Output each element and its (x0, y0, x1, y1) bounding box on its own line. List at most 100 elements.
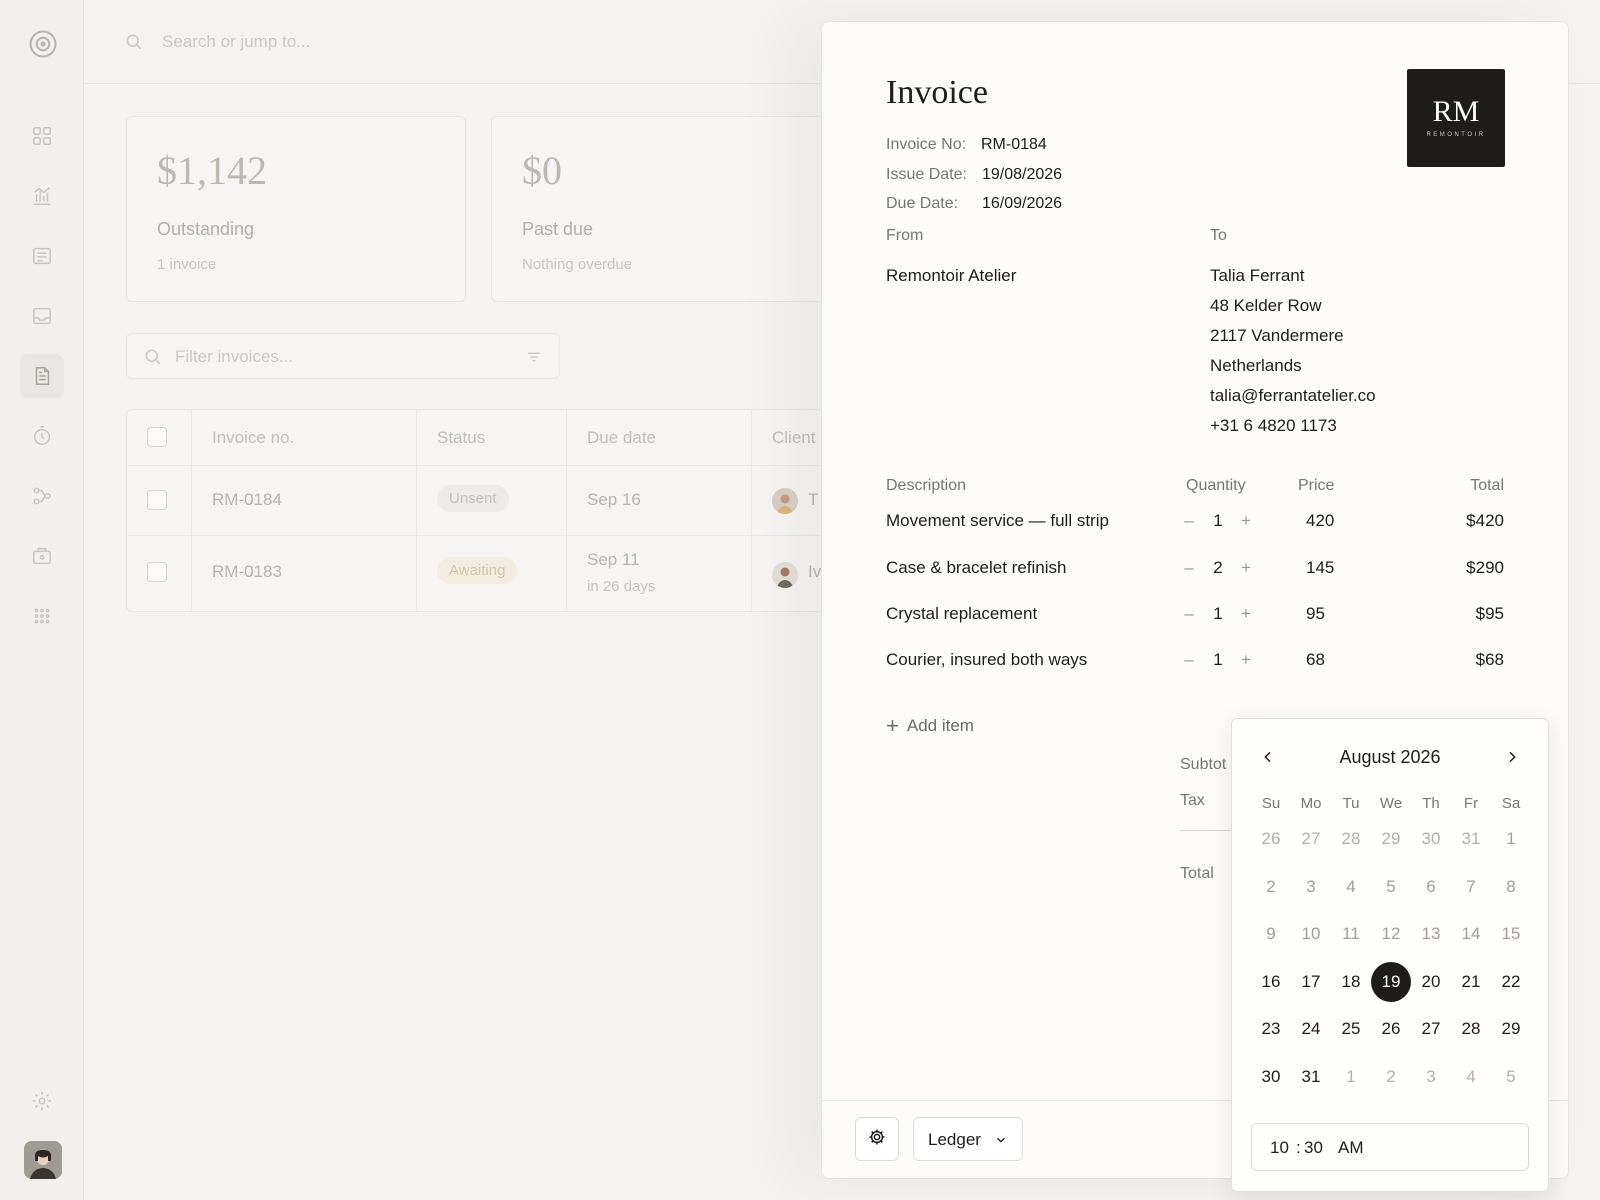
calendar-day[interactable]: 8 (1491, 867, 1531, 907)
qty-increase-button[interactable]: + (1238, 650, 1254, 670)
item-description[interactable]: Courier, insured both ways (886, 650, 1087, 670)
inbox-icon[interactable] (26, 300, 58, 332)
calendar-day[interactable]: 25 (1331, 1009, 1371, 1049)
item-price[interactable]: 95 (1306, 604, 1325, 624)
calendar-day[interactable]: 16 (1251, 962, 1291, 1002)
calendar-day[interactable]: 27 (1291, 819, 1331, 859)
calendar-day[interactable]: 26 (1371, 1009, 1411, 1049)
past-due-card[interactable]: $0 Past due Nothing overdue (491, 116, 831, 302)
to-country[interactable]: Netherlands (1210, 356, 1302, 376)
filter-invoices-input[interactable] (175, 344, 495, 370)
calendar-day-selected[interactable]: 19 (1371, 962, 1411, 1002)
next-month-button[interactable] (1500, 745, 1524, 769)
qty-decrease-button[interactable]: – (1181, 650, 1197, 670)
qty-value[interactable]: 1 (1210, 511, 1226, 531)
calendar-day[interactable]: 23 (1251, 1009, 1291, 1049)
calendar-day[interactable]: 12 (1371, 914, 1411, 954)
filter-options-icon[interactable] (525, 348, 543, 371)
qty-value[interactable]: 1 (1210, 604, 1226, 624)
qty-increase-button[interactable]: + (1238, 604, 1254, 624)
calendar-day[interactable]: 15 (1491, 914, 1531, 954)
global-search-input[interactable] (162, 28, 562, 56)
wallet-icon[interactable] (26, 540, 58, 572)
item-price[interactable]: 145 (1306, 558, 1334, 578)
template-select[interactable]: Ledger (913, 1117, 1023, 1161)
to-phone[interactable]: +31 6 4820 1173 (1210, 416, 1337, 436)
qty-value[interactable]: 1 (1210, 650, 1226, 670)
to-street[interactable]: 48 Kelder Row (1210, 296, 1322, 316)
time-period[interactable]: AM (1338, 1138, 1364, 1158)
item-description[interactable]: Movement service — full strip (886, 511, 1109, 531)
calendar-day[interactable]: 5 (1491, 1057, 1531, 1097)
row-checkbox[interactable] (147, 490, 167, 510)
calendar-day[interactable]: 21 (1451, 962, 1491, 1002)
item-description[interactable]: Case & bracelet refinish (886, 558, 1066, 578)
header-due-date[interactable]: Due date (587, 428, 656, 448)
qty-value[interactable]: 2 (1210, 558, 1226, 578)
calendar-day[interactable]: 24 (1291, 1009, 1331, 1049)
calendar-day[interactable]: 29 (1491, 1009, 1531, 1049)
apps-grid-icon[interactable] (26, 600, 58, 632)
timer-icon[interactable] (26, 420, 58, 452)
calendar-day[interactable]: 30 (1411, 819, 1451, 859)
calendar-day[interactable]: 14 (1451, 914, 1491, 954)
qty-increase-button[interactable]: + (1238, 511, 1254, 531)
calendar-day[interactable]: 28 (1331, 819, 1371, 859)
calendar-day[interactable]: 6 (1411, 867, 1451, 907)
calendar-day[interactable]: 31 (1291, 1057, 1331, 1097)
calendar-day[interactable]: 11 (1331, 914, 1371, 954)
select-all-checkbox[interactable] (147, 427, 167, 447)
calendar-day[interactable]: 10 (1291, 914, 1331, 954)
calendar-day[interactable]: 20 (1411, 962, 1451, 1002)
calendar-day[interactable]: 3 (1291, 867, 1331, 907)
time-input[interactable]: 10 : 30 AM (1251, 1123, 1529, 1171)
workflow-icon[interactable] (26, 480, 58, 512)
user-avatar[interactable] (24, 1141, 62, 1179)
settings-gear-icon[interactable] (26, 1085, 58, 1117)
calendar-day[interactable]: 29 (1371, 819, 1411, 859)
time-hour[interactable]: 10 (1270, 1138, 1289, 1158)
calendar-day[interactable]: 28 (1451, 1009, 1491, 1049)
calendar-day[interactable]: 26 (1251, 819, 1291, 859)
row-invoice-no[interactable]: RM-0183 (212, 562, 282, 582)
calendar-day[interactable]: 31 (1451, 819, 1491, 859)
header-status[interactable]: Status (437, 428, 485, 448)
due-date-value[interactable]: 16/09/2026 (982, 195, 1062, 213)
calendar-day[interactable]: 3 (1411, 1057, 1451, 1097)
calendar-day[interactable]: 7 (1451, 867, 1491, 907)
calendar-day[interactable]: 13 (1411, 914, 1451, 954)
calendar-day[interactable]: 17 (1291, 962, 1331, 1002)
tax-label[interactable]: Tax (1180, 792, 1205, 810)
to-city[interactable]: 2117 Vandermere (1210, 326, 1344, 346)
calendar-day[interactable]: 2 (1371, 1057, 1411, 1097)
calendar-day[interactable]: 1 (1491, 819, 1531, 859)
calendar-day[interactable]: 18 (1331, 962, 1371, 1002)
invoice-settings-button[interactable] (855, 1117, 899, 1161)
invoice-no-value[interactable]: RM-0184 (981, 136, 1047, 154)
add-item-button[interactable]: + Add item (886, 711, 974, 738)
outstanding-card[interactable]: $1,142 Outstanding 1 invoice (126, 116, 466, 302)
header-invoice-no[interactable]: Invoice no. (212, 428, 294, 448)
item-price[interactable]: 68 (1306, 650, 1325, 670)
to-email[interactable]: talia@ferrantatelier.co (1210, 386, 1376, 406)
list-icon[interactable] (26, 240, 58, 272)
calendar-day[interactable]: 5 (1371, 867, 1411, 907)
analytics-icon[interactable] (26, 180, 58, 212)
issue-date-value[interactable]: 19/08/2026 (982, 166, 1062, 184)
qty-decrease-button[interactable]: – (1181, 558, 1197, 578)
dashboard-icon[interactable] (26, 120, 58, 152)
row-invoice-no[interactable]: RM-0184 (212, 490, 282, 510)
calendar-day[interactable]: 9 (1251, 914, 1291, 954)
brand-logo[interactable]: RM REMONTOIR (1407, 69, 1505, 167)
calendar-day[interactable]: 30 (1251, 1057, 1291, 1097)
from-name[interactable]: Remontoir Atelier (886, 266, 1016, 286)
calendar-day[interactable]: 2 (1251, 867, 1291, 907)
qty-increase-button[interactable]: + (1238, 558, 1254, 578)
item-price[interactable]: 420 (1306, 511, 1334, 531)
calendar-day[interactable]: 27 (1411, 1009, 1451, 1049)
calendar-day[interactable]: 22 (1491, 962, 1531, 1002)
calendar-day[interactable]: 4 (1451, 1057, 1491, 1097)
row-checkbox[interactable] (147, 562, 167, 582)
calendar-day[interactable]: 4 (1331, 867, 1371, 907)
item-description[interactable]: Crystal replacement (886, 604, 1037, 624)
